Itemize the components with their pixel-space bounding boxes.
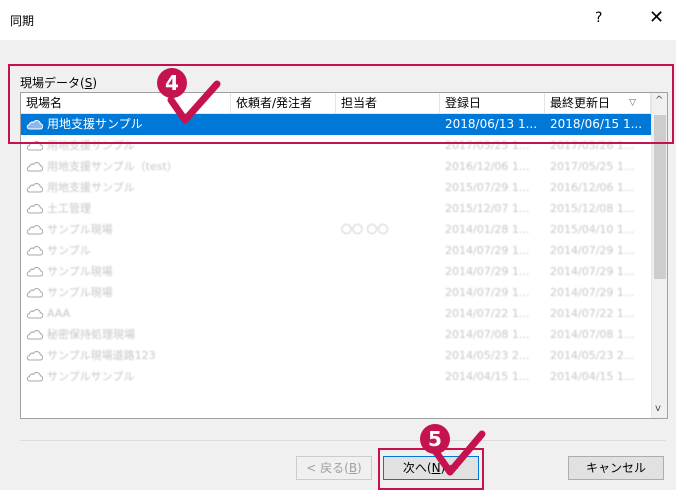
cell-site-name: 用地支援サンプル <box>47 181 135 194</box>
cell-person <box>336 366 440 387</box>
cell-updated: 2014/07/29 1... <box>550 244 635 257</box>
cell-site-name: 土工管理 <box>47 202 91 215</box>
cell-updated: 2014/04/15 1... <box>550 370 635 383</box>
cell-site-name: サンプル <box>47 244 91 257</box>
cell-site-name: サンプルサンプル <box>47 370 135 383</box>
cell-updated: 2015/12/08 1... <box>550 202 635 215</box>
cell-person <box>336 345 440 366</box>
cell-site-name: 秘密保持処理現場 <box>47 328 135 341</box>
back-button[interactable]: < 戻る(B) <box>296 456 372 480</box>
cell-registered: 2014/05/23 2... <box>445 349 530 362</box>
cell-person <box>336 324 440 345</box>
cell-registered: 2014/07/29 1... <box>445 244 530 257</box>
table-row[interactable]: サンプル現場 〇〇 〇〇 2014/01/28 1... 2015/04/10 1..… <box>21 219 651 240</box>
table-row[interactable]: サンプル現場道路123 2014/05/23 2... 2014/05/23 2..… <box>21 345 651 366</box>
table-row[interactable]: サンプルサンプル 2014/04/15 1... 2014/04/15 1... <box>21 366 651 387</box>
title-bar: 同期 ? ✕ <box>0 0 676 40</box>
cell-person <box>336 198 440 219</box>
cell-updated: 2014/05/23 2... <box>550 349 635 362</box>
step5-check-icon <box>432 430 486 476</box>
step4-check-icon <box>167 80 221 124</box>
separator <box>20 440 666 441</box>
cell-registered: 2014/07/08 1... <box>445 328 530 341</box>
cell-registered: 2014/01/28 1... <box>445 223 530 236</box>
cell-updated: 2014/07/29 1... <box>550 286 635 299</box>
cell-site-name: サンプル現場 <box>47 223 113 236</box>
cell-client <box>231 177 336 198</box>
cancel-button[interactable]: キャンセル <box>568 456 664 480</box>
cell-client <box>231 324 336 345</box>
cell-client <box>231 261 336 282</box>
cell-client <box>231 156 336 177</box>
cell-site-name: サンプル現場道路123 <box>47 349 156 362</box>
cell-registered: 2014/04/15 1... <box>445 370 530 383</box>
table-row[interactable]: 土工管理 2015/12/07 1... 2015/12/08 1... <box>21 198 651 219</box>
cell-site-name: サンプル現場 <box>47 286 113 299</box>
cell-updated: 2014/07/29 1... <box>550 265 635 278</box>
close-button[interactable]: ✕ <box>649 7 664 28</box>
list-rows: 用地支援サンプル 2018/06/13 1... 2018/06/15 1... 用地… <box>21 114 651 387</box>
cell-person <box>336 177 440 198</box>
cell-client <box>231 366 336 387</box>
help-button[interactable]: ? <box>595 10 602 26</box>
cell-registered: 2016/12/06 1... <box>445 160 530 173</box>
cell-person <box>336 261 440 282</box>
cell-registered: 2014/07/29 1... <box>445 286 530 299</box>
cell-client <box>231 240 336 261</box>
table-row[interactable]: 秘密保持処理現場 2014/07/08 1... 2014/07/08 1... <box>21 324 651 345</box>
table-row[interactable]: 用地支援サンプル 2015/07/29 1... 2016/12/06 1... <box>21 177 651 198</box>
table-row[interactable]: AAA 2014/07/22 1... 2014/07/22 1... <box>21 303 651 324</box>
scroll-down-icon[interactable]: v <box>655 403 661 414</box>
cell-person <box>336 303 440 324</box>
cell-person <box>336 282 440 303</box>
cell-updated: 2014/07/22 1... <box>550 307 635 320</box>
table-row[interactable]: サンプル現場 2014/07/29 1... 2014/07/29 1... <box>21 261 651 282</box>
cell-updated: 2014/07/08 1... <box>550 328 635 341</box>
cell-registered: 2014/07/22 1... <box>445 307 530 320</box>
cell-site-name: 用地支援サンプル（test） <box>47 160 178 173</box>
cell-person <box>336 240 440 261</box>
cell-site-name: AAA <box>47 307 71 320</box>
table-row[interactable]: サンプル 2014/07/29 1... 2014/07/29 1... <box>21 240 651 261</box>
cell-person <box>336 156 440 177</box>
table-row[interactable]: 用地支援サンプル（test） 2016/12/06 1... 2017/05/25 … <box>21 156 651 177</box>
cell-updated: 2017/05/25 1... <box>550 160 635 173</box>
window-title: 同期 <box>10 14 35 28</box>
cell-registered: 2015/12/07 1... <box>445 202 530 215</box>
cell-person: 〇〇 〇〇 <box>341 223 389 236</box>
cell-site-name: サンプル現場 <box>47 265 113 278</box>
cell-client <box>231 219 336 240</box>
cell-client <box>231 345 336 366</box>
cell-registered: 2014/07/29 1... <box>445 265 530 278</box>
table-row[interactable]: サンプル現場 2014/07/29 1... 2014/07/29 1... <box>21 282 651 303</box>
cell-registered: 2015/07/29 1... <box>445 181 530 194</box>
cell-client <box>231 198 336 219</box>
cell-client <box>231 303 336 324</box>
cell-client <box>231 282 336 303</box>
cell-updated: 2015/04/10 1... <box>550 223 635 236</box>
cell-updated: 2016/12/06 1... <box>550 181 635 194</box>
step4-highlight <box>8 64 674 144</box>
